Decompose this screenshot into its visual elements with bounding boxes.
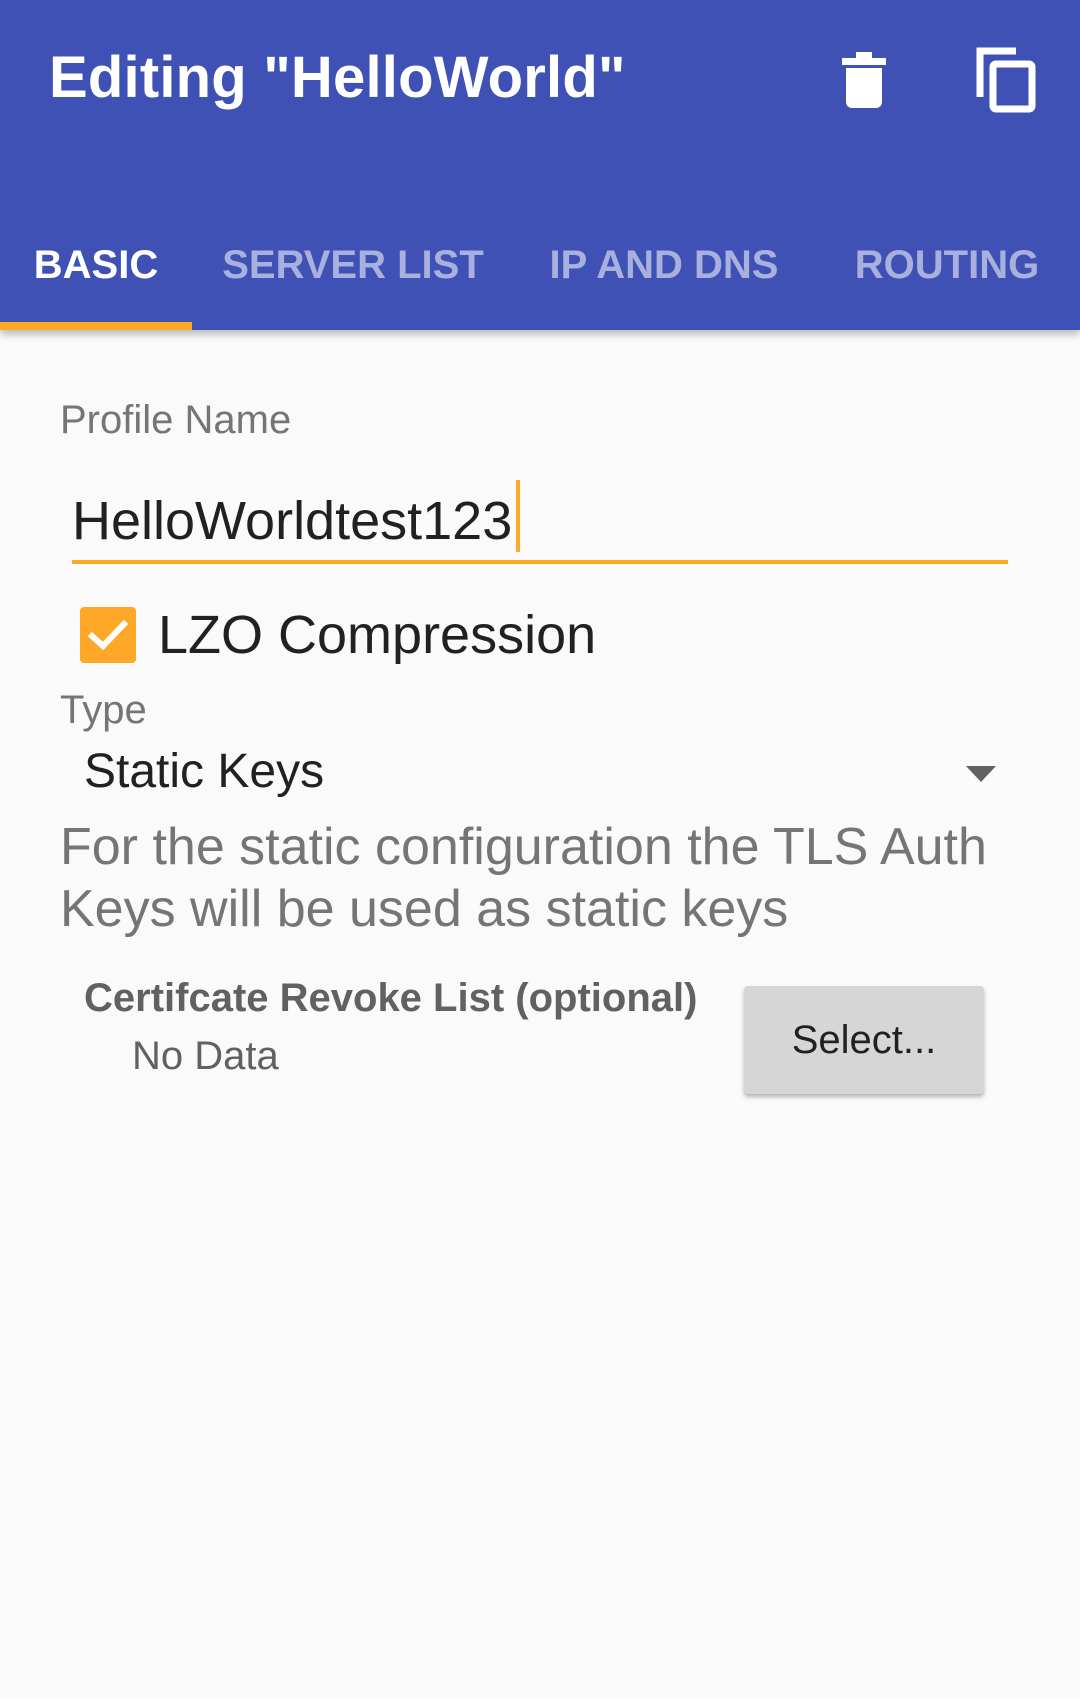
lzo-checkbox[interactable]	[80, 607, 136, 663]
type-label: Type	[60, 688, 147, 732]
type-dropdown[interactable]: Static Keys	[72, 740, 1008, 808]
trash-icon	[842, 52, 886, 108]
tab-bar: BASIC SERVER LIST IP AND DNS ROUTING	[0, 200, 1080, 330]
crl-value: No Data	[132, 1034, 279, 1078]
text-cursor	[516, 480, 520, 552]
copy-button[interactable]	[962, 36, 1050, 124]
delete-button[interactable]	[820, 36, 908, 124]
app-bar: Editing "HelloWorld" BASIC SERVER LIST I…	[0, 0, 1080, 330]
type-description: For the static configuration the TLS Aut…	[60, 818, 987, 938]
profile-name-input[interactable]	[72, 474, 1008, 558]
profile-name-field	[72, 474, 1008, 564]
copy-icon	[976, 47, 1036, 113]
select-crl-button[interactable]: Select...	[744, 986, 984, 1094]
type-selected-value: Static Keys	[84, 745, 325, 798]
dropdown-arrow-icon	[966, 766, 996, 782]
page-title: Editing "HelloWorld"	[49, 45, 626, 110]
profile-name-label: Profile Name	[60, 398, 292, 442]
lzo-compression-row[interactable]: LZO Compression	[80, 600, 596, 670]
tab-basic[interactable]: BASIC	[0, 200, 192, 330]
checkmark-icon	[88, 619, 128, 651]
active-tab-indicator	[0, 322, 192, 330]
lzo-checkbox-label: LZO Compression	[158, 605, 597, 665]
tab-server-list[interactable]: SERVER LIST	[192, 200, 514, 330]
tab-routing[interactable]: ROUTING	[814, 200, 1080, 330]
tab-ip-and-dns[interactable]: IP AND DNS	[514, 200, 814, 330]
crl-title: Certifcate Revoke List (optional)	[84, 976, 698, 1020]
